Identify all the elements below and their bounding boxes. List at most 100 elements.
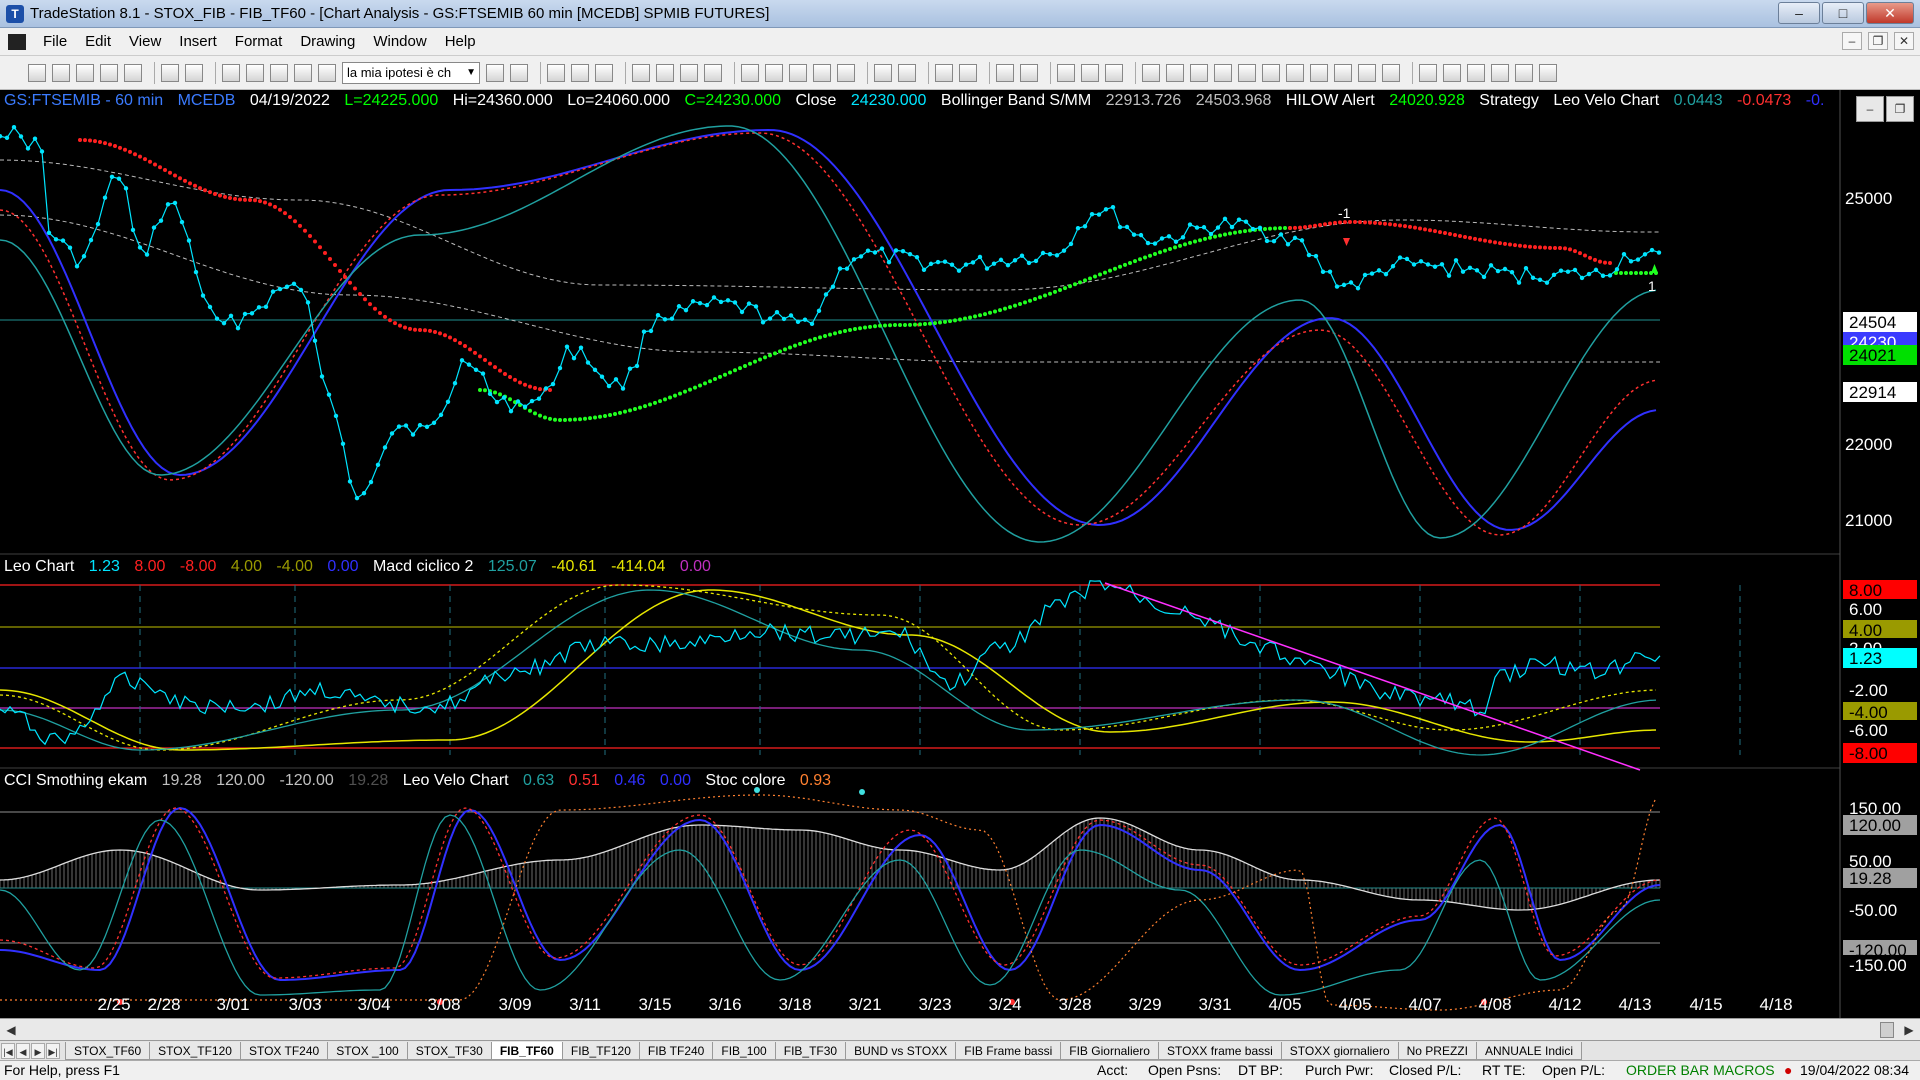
tab-stox-100[interactable]: STOX _100: [327, 1041, 408, 1060]
andrews-pitchfork-icon[interactable]: [1334, 63, 1352, 82]
radarscreen-icon[interactable]: [571, 63, 589, 82]
text-icon[interactable]: [1539, 63, 1557, 82]
tab-stox-tf60[interactable]: STOX_TF60: [65, 1041, 151, 1060]
mdi-minimize-button[interactable]: –: [1842, 32, 1862, 50]
tab-fib-frame-bassi[interactable]: FIB Frame bassi: [955, 1041, 1062, 1060]
color-icon[interactable]: [294, 63, 312, 82]
chart-analysis-window[interactable]: -1 1 25000 22000 21000 24504 24230 24021 22914 8.…: [0, 90, 1920, 1024]
tab-last-icon[interactable]: ▶|: [46, 1042, 60, 1059]
menu-format[interactable]: Format: [226, 33, 292, 50]
price-bar-dot: [1607, 273, 1613, 278]
chart-analysis-icon[interactable]: [547, 63, 565, 82]
tick-icon[interactable]: [813, 63, 831, 82]
regression-icon[interactable]: [1310, 63, 1328, 82]
tab-fib-tf240[interactable]: FIB TF240: [638, 1041, 714, 1060]
subwindow-minimize-button[interactable]: –: [1856, 96, 1884, 122]
chart-canvas[interactable]: -11250002200021000245042423024021229148.…: [0, 90, 1920, 1018]
strategy-icon[interactable]: [704, 63, 722, 82]
scroll-right-icon[interactable]: ▶: [1900, 1021, 1918, 1039]
tab-first-icon[interactable]: |◀: [1, 1042, 15, 1059]
save-icon[interactable]: [76, 63, 94, 82]
tab-fib-giornaliero[interactable]: FIB Giornaliero: [1060, 1041, 1159, 1060]
candle-icon[interactable]: [789, 63, 807, 82]
tab-annuale-indici[interactable]: ANNUALE Indici: [1475, 1041, 1582, 1060]
check-icon[interactable]: [1419, 63, 1437, 82]
grid-icon[interactable]: [595, 63, 613, 82]
tab-fib-tf30[interactable]: FIB_TF30: [774, 1041, 847, 1060]
ohlc-icon[interactable]: [837, 63, 855, 82]
workspace-note-combo[interactable]: la mia ipotesi è ch ▼: [342, 61, 480, 84]
pen-icon[interactable]: [1382, 63, 1400, 82]
mdi-restore-button[interactable]: ❐: [1868, 32, 1888, 50]
tab-stox-tf240[interactable]: STOX TF240: [239, 1041, 329, 1060]
palette-icon[interactable]: [318, 63, 336, 82]
menu-window[interactable]: Window: [364, 33, 435, 50]
arrow-up-icon[interactable]: [1467, 63, 1485, 82]
tab-bund-vs-stoxx[interactable]: BUND vs STOXX: [845, 1041, 957, 1060]
arrow-down-icon[interactable]: [1443, 63, 1461, 82]
save-all-icon[interactable]: [100, 63, 118, 82]
tab-fib-tf60[interactable]: FIB_TF60: [490, 1041, 563, 1060]
print-icon[interactable]: [185, 63, 203, 82]
folder-icon[interactable]: [124, 63, 142, 82]
tab-fib-tf120[interactable]: FIB_TF120: [561, 1041, 640, 1060]
order-bar-icon[interactable]: [1081, 63, 1099, 82]
menu-insert[interactable]: Insert: [170, 33, 226, 50]
tab-stox-tf120[interactable]: STOX_TF120: [149, 1041, 241, 1060]
data-window-icon[interactable]: [1020, 63, 1038, 82]
mdi-close-button[interactable]: ✕: [1894, 32, 1914, 50]
gann-fan-icon[interactable]: [1262, 63, 1280, 82]
tab-stox-tf30[interactable]: STOX_TF30: [406, 1041, 492, 1060]
tab-fib-100[interactable]: FIB_100: [712, 1041, 776, 1060]
close-button[interactable]: ✕: [1866, 2, 1914, 24]
format-icon[interactable]: [632, 63, 650, 82]
copy-icon[interactable]: [246, 63, 264, 82]
tab-no-prezzi[interactable]: No PREZZI: [1397, 1041, 1477, 1060]
minimize-button[interactable]: –: [1778, 2, 1820, 24]
eraser-icon[interactable]: [1105, 63, 1123, 82]
open-icon[interactable]: [52, 63, 70, 82]
print-preview-icon[interactable]: [161, 63, 179, 82]
trendline-icon[interactable]: [1142, 63, 1160, 82]
zoom-out-icon[interactable]: [959, 63, 977, 82]
horizontal-scrollbar[interactable]: ◀ ▶: [0, 1018, 1920, 1040]
tab-stoxx-frame-bassi[interactable]: STOXX frame bassi: [1157, 1041, 1282, 1060]
new-icon[interactable]: [28, 63, 46, 82]
rectangle-icon[interactable]: [1515, 63, 1533, 82]
fibonacci-icon[interactable]: [1286, 63, 1304, 82]
status-macros[interactable]: ORDER BAR MACROS: [1626, 1062, 1775, 1078]
menu-file[interactable]: File: [34, 33, 76, 50]
tab-stoxx-giornaliero[interactable]: STOXX giornaliero: [1280, 1041, 1399, 1060]
play-icon[interactable]: [486, 63, 504, 82]
horizontal-line-icon[interactable]: [1190, 63, 1208, 82]
insert-indicator-icon[interactable]: [656, 63, 674, 82]
symbol-icon[interactable]: [680, 63, 698, 82]
chart-window-icon[interactable]: [8, 33, 26, 50]
scroll-left-icon[interactable]: ◀: [2, 1021, 20, 1039]
bar-chart-icon[interactable]: [765, 63, 783, 82]
menu-help[interactable]: Help: [436, 33, 485, 50]
menu-view[interactable]: View: [120, 33, 170, 50]
window-link-icon[interactable]: [741, 63, 759, 82]
menu-drawing[interactable]: Drawing: [291, 33, 364, 50]
compress-icon[interactable]: [898, 63, 916, 82]
lock-icon[interactable]: [270, 63, 288, 82]
cut-icon[interactable]: [222, 63, 240, 82]
subwindow-restore-button[interactable]: ❐: [1886, 96, 1914, 122]
speed-line-icon[interactable]: [1238, 63, 1256, 82]
expand-icon[interactable]: [874, 63, 892, 82]
tab-prev-icon[interactable]: ◀: [16, 1042, 30, 1059]
chevron-down-icon[interactable]: ▼: [466, 63, 476, 83]
tab-next-icon[interactable]: ▶: [31, 1042, 45, 1059]
zoom-in-icon[interactable]: [935, 63, 953, 82]
scroll-thumb[interactable]: [1880, 1022, 1894, 1038]
menu-edit[interactable]: Edit: [76, 33, 120, 50]
channel-icon[interactable]: [1214, 63, 1232, 82]
ellipse-icon[interactable]: [1491, 63, 1509, 82]
fib-arc-icon[interactable]: [1358, 63, 1376, 82]
maximize-button[interactable]: □: [1822, 2, 1864, 24]
find-icon[interactable]: [510, 63, 528, 82]
vertical-line-icon[interactable]: [1166, 63, 1184, 82]
tools-icon[interactable]: [1057, 63, 1075, 82]
pointer-icon[interactable]: [996, 63, 1014, 82]
